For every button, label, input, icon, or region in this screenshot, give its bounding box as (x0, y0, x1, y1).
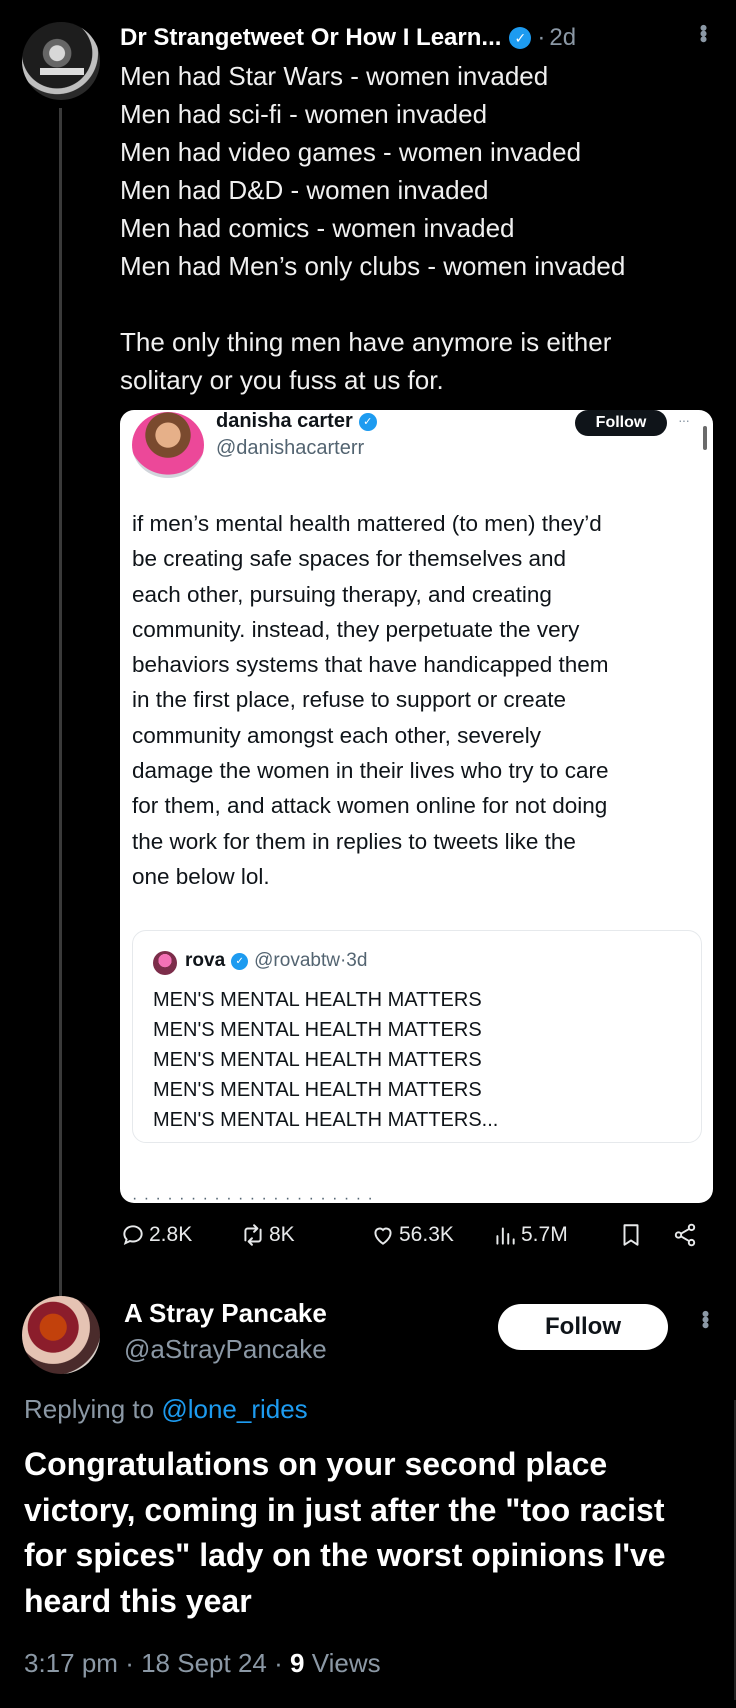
reply-time[interactable]: 3:17 pm (24, 1648, 118, 1678)
action-bar: 2.8K 8K 56.3K 5.7M (120, 1222, 710, 1258)
quoted-line: MEN'S MENTAL HEALTH MATTERS (153, 1019, 482, 1041)
embedded-line: be creating safe spaces for themselves a… (132, 546, 566, 572)
tweet-text: Men had Star Wars - women invaded Men ha… (120, 57, 720, 399)
tweet-time[interactable]: 2d (549, 24, 576, 52)
embedded-handle: @danishacarterr (216, 437, 365, 459)
quoted-text: MEN'S MENTAL HEALTH MATTERS MEN'S MENTAL… (153, 985, 498, 1135)
more-vertical-icon[interactable]: ••• (690, 24, 716, 41)
like-button[interactable]: 56.3K (370, 1222, 454, 1248)
reply-line: heard this year (24, 1582, 252, 1619)
reply-author-handle[interactable]: @aStrayPancake (124, 1334, 327, 1365)
embedded-line: community. instead, they perpetuate the … (132, 616, 580, 642)
quoted-header: rova ✓ @rovabtw · 3d (185, 950, 367, 972)
bookmark-icon (623, 1224, 639, 1246)
tweet-line: Men had comics - women invaded (120, 213, 515, 243)
reply-button[interactable]: 2.8K (120, 1222, 192, 1248)
reply-author-avatar[interactable] (22, 1296, 100, 1374)
cropped-meta-text: · · · · · · · · · · · · · · · · · · · · … (132, 1196, 374, 1203)
separator: · (537, 24, 546, 51)
embedded-line: for them, and attack women online for no… (132, 793, 608, 819)
embedded-tweet-image[interactable]: danisha carter ✓ @danishacarterr Follow … (120, 410, 713, 1203)
reply-line: victory, coming in just after the "too r… (24, 1491, 665, 1528)
quoted-line: MEN'S MENTAL HEALTH MATTERS... (153, 1109, 499, 1131)
reply-text: Congratulations on your second place vic… (24, 1442, 724, 1624)
follow-button[interactable]: Follow (498, 1304, 668, 1350)
views-count: 5.7M (521, 1223, 568, 1246)
reply-date[interactable]: 18 Sept 24 (141, 1648, 267, 1678)
reply-line: Congratulations on your second place (24, 1446, 608, 1482)
tweet-line: Men had Men’s only clubs - women invaded (120, 251, 626, 281)
quoted-tweet: rova ✓ @rovabtw · 3d MEN'S MENTAL HEALTH… (132, 930, 702, 1143)
tweet-line: Men had sci-fi - women invaded (120, 99, 488, 129)
quoted-author-name: rova (185, 950, 226, 971)
embedded-author: danisha carter ✓ (216, 410, 377, 433)
embedded-follow-button: Follow (575, 410, 667, 436)
reply-line: for spices" lady on the worst opinions I… (24, 1537, 666, 1573)
bookmark-button[interactable] (618, 1222, 647, 1248)
embedded-line: each other, pursuing therapy, and creati… (132, 581, 552, 607)
author-avatar[interactable] (22, 22, 100, 100)
embedded-line: one below lol. (132, 863, 270, 889)
replying-to-link[interactable]: @lone_rides (161, 1394, 307, 1424)
verified-badge-icon: ✓ (358, 412, 377, 431)
separator: · (274, 1648, 283, 1678)
verified-badge-icon: ✓ (231, 952, 249, 970)
separator: · (125, 1648, 134, 1678)
thread-line (59, 108, 62, 1298)
reply-views-label: Views (311, 1648, 381, 1678)
reply-views-count: 9 (290, 1648, 305, 1678)
reply-meta: 3:17 pm · 18 Sept 24 · 9 Views (24, 1648, 381, 1679)
more-vertical-icon[interactable]: ••• (692, 1310, 718, 1327)
embedded-line: in the first place, refuse to support or… (132, 687, 566, 713)
like-count: 56.3K (399, 1223, 454, 1246)
views-button[interactable]: 5.7M (492, 1222, 568, 1248)
tweet-header: Dr Strangetweet Or How I Learn... ✓ · 2d… (120, 20, 716, 56)
quoted-avatar (153, 951, 177, 975)
embedded-more-icon: ··· (678, 412, 690, 428)
share-icon (674, 1223, 696, 1247)
reply-icon (123, 1225, 143, 1245)
embedded-line: if men’s mental health mattered (to men)… (132, 511, 602, 536)
views-bar-chart-icon (496, 1227, 515, 1245)
replying-prefix: Replying to (24, 1394, 162, 1424)
repost-button[interactable]: 8K (240, 1222, 295, 1248)
reply-author-name[interactable]: A Stray Pancake (124, 1298, 327, 1329)
embedded-line: behaviors systems that have handicapped … (132, 652, 609, 678)
author-name[interactable]: Dr Strangetweet Or How I Learn... (120, 24, 501, 52)
quoted-time: 3d (346, 950, 368, 971)
repost-count: 8K (269, 1223, 295, 1246)
reply-count: 2.8K (149, 1223, 193, 1246)
tweet-line: The only thing men have anymore is eithe… (120, 327, 612, 357)
quoted-handle: @rovabtw (254, 950, 340, 971)
embedded-avatar (132, 412, 204, 478)
tweet-line: Men had Star Wars - women invaded (120, 61, 549, 91)
share-button[interactable] (672, 1222, 701, 1248)
embedded-line: the work for them in replies to tweets l… (132, 828, 576, 854)
embedded-tweet-text: if men’s mental health mattered (to men)… (132, 506, 707, 894)
embedded-scrollbar (703, 426, 707, 450)
verified-badge-icon: ✓ (509, 27, 532, 49)
quoted-line: MEN'S MENTAL HEALTH MATTERS (153, 989, 482, 1011)
embedded-author-name: danisha carter (216, 410, 353, 432)
heart-icon (374, 1227, 392, 1245)
tweet-line: solitary or you fuss at us for. (120, 365, 444, 395)
quoted-line: MEN'S MENTAL HEALTH MATTERS (153, 1079, 482, 1101)
embedded-line: community amongst each other, severely (132, 722, 541, 748)
replying-to: Replying to @lone_rides (24, 1394, 308, 1425)
quoted-line: MEN'S MENTAL HEALTH MATTERS (153, 1049, 482, 1071)
tweet-line: Men had video games - women invaded (120, 137, 582, 167)
embedded-line: damage the women in their lives who try … (132, 758, 609, 784)
tweet-line: Men had D&D - women invaded (120, 175, 489, 205)
repost-icon (244, 1224, 262, 1246)
